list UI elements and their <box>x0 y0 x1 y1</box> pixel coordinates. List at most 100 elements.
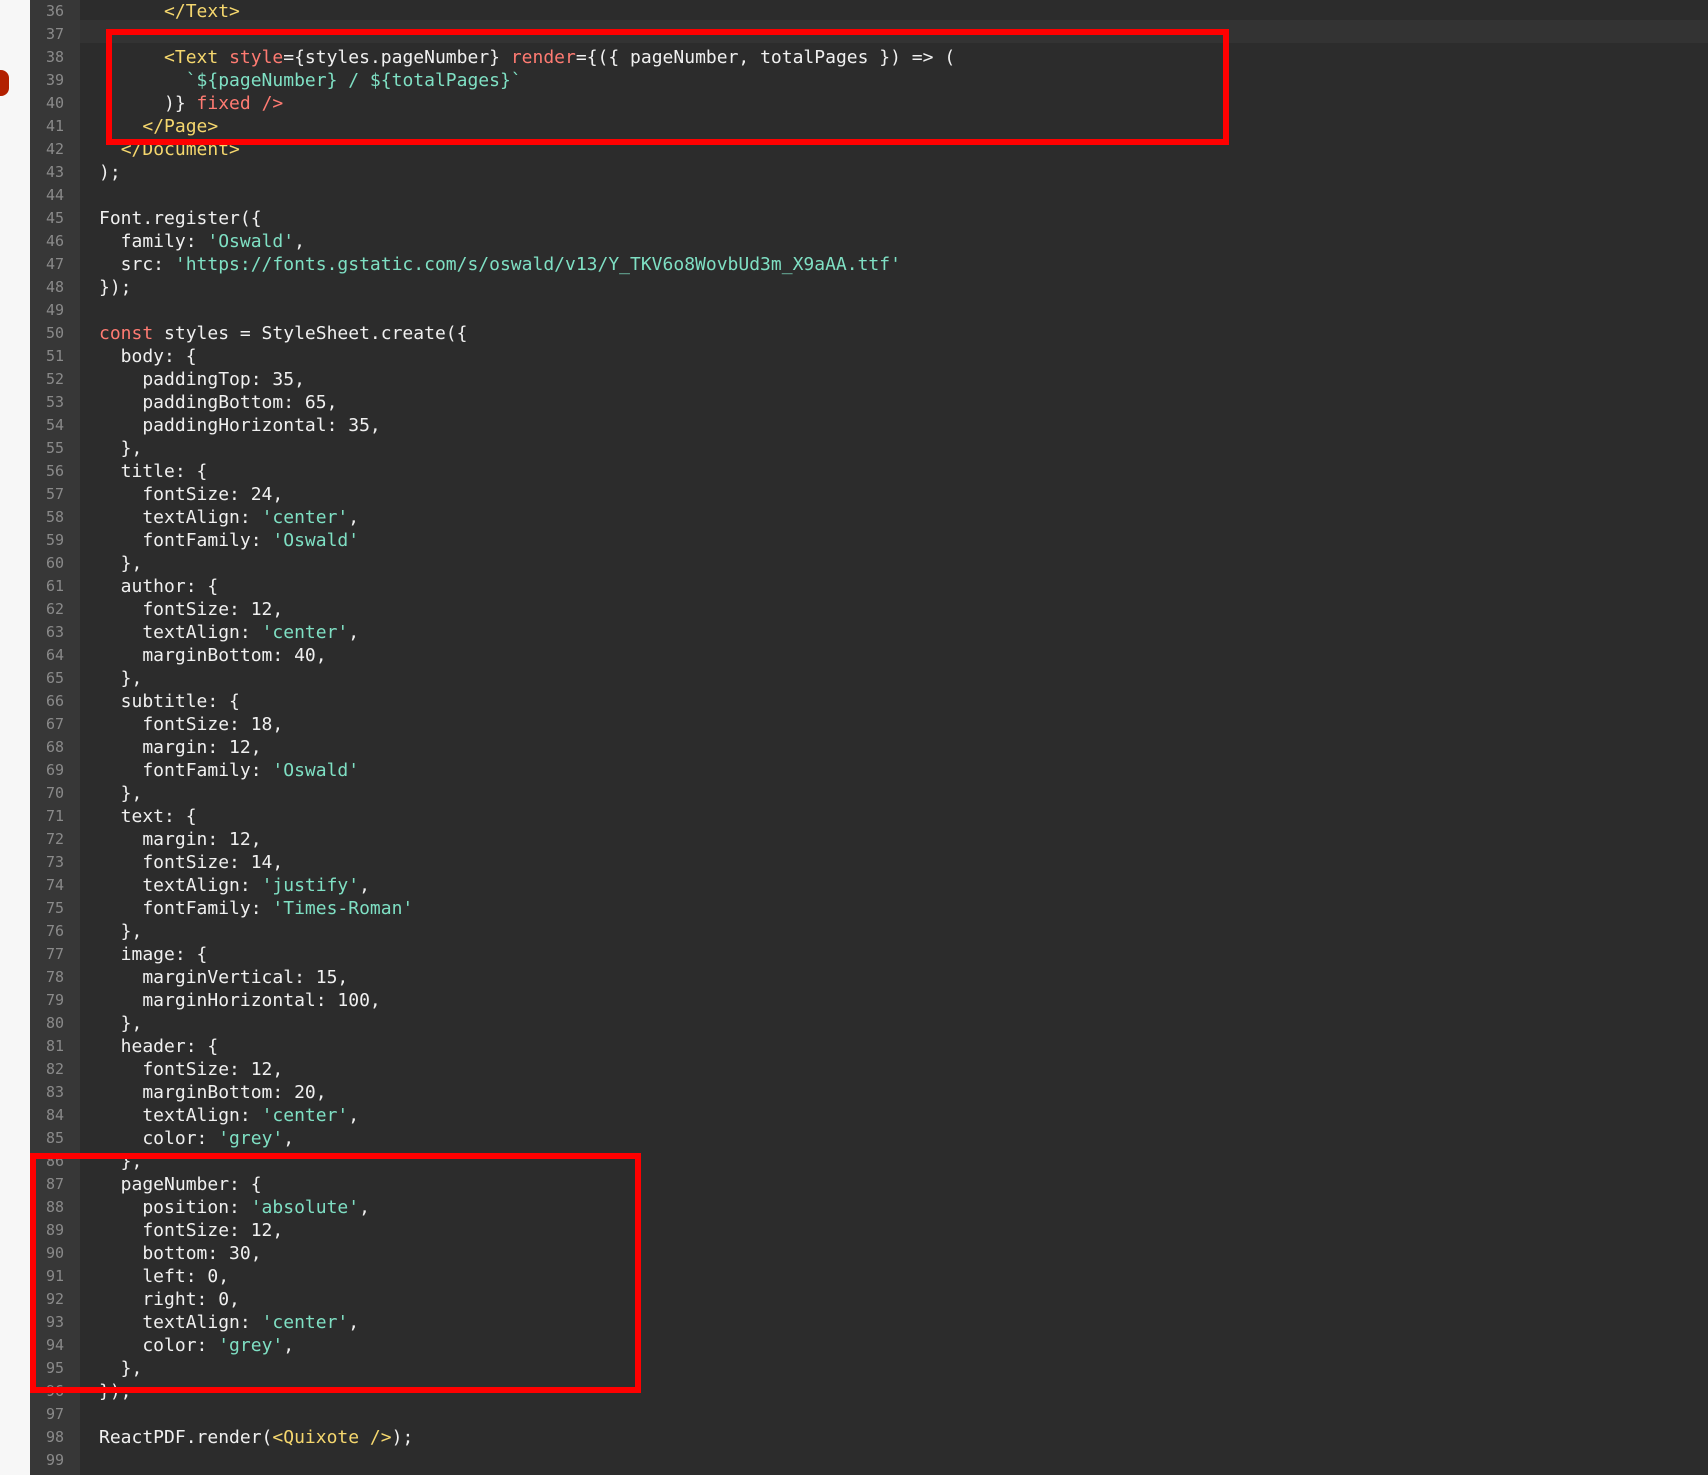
code-line[interactable]: 36 </Text> <box>30 0 1708 23</box>
line-number: 78 <box>45 968 64 986</box>
code-line[interactable]: 64 marginBottom: 40, <box>30 644 1708 667</box>
code-line[interactable]: 49 <box>30 299 1708 322</box>
code-line[interactable]: 77 image: { <box>30 943 1708 966</box>
code-line[interactable]: 86 }, <box>30 1150 1708 1173</box>
code-token: subtitle: { <box>99 691 240 712</box>
code-line[interactable]: 47 src: 'https://fonts.gstatic.com/s/osw… <box>30 253 1708 276</box>
code-line[interactable]: 58 textAlign: 'center', <box>30 506 1708 529</box>
code-line[interactable]: 96}); <box>30 1380 1708 1403</box>
code-line[interactable]: 98 ReactPDF.render(<Quixote />); <box>30 1426 1708 1449</box>
code-text: right: 0, <box>99 1288 240 1311</box>
code-line[interactable]: 55 }, <box>30 437 1708 460</box>
code-text: }); <box>99 276 132 299</box>
code-line[interactable]: 60 }, <box>30 552 1708 575</box>
code-line[interactable]: 67 fontSize: 18, <box>30 713 1708 736</box>
code-text: }, <box>99 1357 143 1380</box>
code-line[interactable]: 82 fontSize: 12, <box>30 1058 1708 1081</box>
code-line[interactable]: 92 right: 0, <box>30 1288 1708 1311</box>
code-line[interactable]: 42 </Document> <box>30 138 1708 161</box>
code-token: fontSize: 12, <box>99 599 284 620</box>
code-line[interactable]: 51 body: { <box>30 345 1708 368</box>
line-number: 72 <box>45 830 64 848</box>
code-token: 'grey' <box>218 1128 284 1149</box>
code-line[interactable]: 61 author: { <box>30 575 1708 598</box>
code-line[interactable]: 40 )} fixed /> <box>30 92 1708 115</box>
code-line[interactable]: 80 }, <box>30 1012 1708 1035</box>
line-number: 38 <box>45 48 64 66</box>
code-text: }, <box>99 1150 143 1173</box>
code-line[interactable]: 43); <box>30 161 1708 184</box>
code-line[interactable]: 70 }, <box>30 782 1708 805</box>
code-line[interactable]: 73 fontSize: 14, <box>30 851 1708 874</box>
code-editor[interactable]: 36 </Text> 37 38 <Text style={styles.pageN… <box>30 0 1708 1475</box>
line-number: 82 <box>45 1060 64 1078</box>
code-text: header: { <box>99 1035 219 1058</box>
code-line[interactable]: 69 fontFamily: 'Oswald' <box>30 759 1708 782</box>
code-text: Font.register({ <box>99 207 262 230</box>
line-number: 96 <box>45 1382 64 1400</box>
code-line[interactable]: 39 `${pageNumber} / ${totalPages}` <box>30 69 1708 92</box>
line-number: 73 <box>45 853 64 871</box>
code-line[interactable]: 63 textAlign: 'center', <box>30 621 1708 644</box>
code-line[interactable]: 59 fontFamily: 'Oswald' <box>30 529 1708 552</box>
code-line[interactable]: 41 </Page> <box>30 115 1708 138</box>
code-line[interactable]: 66 subtitle: { <box>30 690 1708 713</box>
code-line[interactable]: 62 fontSize: 12, <box>30 598 1708 621</box>
code-token: author: { <box>99 576 219 597</box>
code-text: </Page> <box>99 115 218 138</box>
code-token: }); <box>99 1381 132 1402</box>
line-number: 94 <box>45 1336 64 1354</box>
code-text: fontSize: 14, <box>99 851 283 874</box>
code-line[interactable]: 54 paddingHorizontal: 35, <box>30 414 1708 437</box>
code-token: render <box>510 47 576 68</box>
code-line[interactable]: 75 fontFamily: 'Times-Roman' <box>30 897 1708 920</box>
code-line[interactable]: 99 <box>30 1449 1708 1472</box>
code-line[interactable]: 87 pageNumber: { <box>30 1173 1708 1196</box>
code-line[interactable]: 48}); <box>30 276 1708 299</box>
code-line[interactable]: 68 margin: 12, <box>30 736 1708 759</box>
code-line[interactable]: 90 bottom: 30, <box>30 1242 1708 1265</box>
code-line[interactable]: 74 textAlign: 'justify', <box>30 874 1708 897</box>
code-text: }, <box>99 782 143 805</box>
code-text: }, <box>99 437 143 460</box>
code-line[interactable]: 85 color: 'grey', <box>30 1127 1708 1150</box>
code-text: }, <box>99 552 143 575</box>
code-text: fontSize: 18, <box>99 713 283 736</box>
code-line[interactable]: 81 header: { <box>30 1035 1708 1058</box>
code-line[interactable]: 52 paddingTop: 35, <box>30 368 1708 391</box>
code-line[interactable]: 53 paddingBottom: 65, <box>30 391 1708 414</box>
code-text: ReactPDF.render(<Quixote />); <box>99 1426 413 1449</box>
code-line[interactable]: 37 <box>30 23 1708 46</box>
code-line[interactable]: 97 <box>30 1403 1708 1426</box>
code-token: }, <box>99 438 143 459</box>
code-text: ); <box>99 161 121 184</box>
code-line[interactable]: 79 marginHorizontal: 100, <box>30 989 1708 1012</box>
code-line[interactable]: 95 }, <box>30 1357 1708 1380</box>
code-line[interactable]: 88 position: 'absolute', <box>30 1196 1708 1219</box>
code-token: }, <box>99 1151 143 1172</box>
code-line[interactable]: 78 marginVertical: 15, <box>30 966 1708 989</box>
code-line[interactable]: 71 text: { <box>30 805 1708 828</box>
code-line[interactable]: 72 margin: 12, <box>30 828 1708 851</box>
code-line[interactable]: 83 marginBottom: 20, <box>30 1081 1708 1104</box>
code-line[interactable]: 94 color: 'grey', <box>30 1334 1708 1357</box>
code-token: , <box>283 1128 295 1149</box>
code-text: fontSize: 12, <box>99 1219 283 1242</box>
code-line[interactable]: 46 family: 'Oswald', <box>30 230 1708 253</box>
code-line[interactable]: 65 }, <box>30 667 1708 690</box>
code-text: textAlign: 'justify', <box>99 874 370 897</box>
code-line[interactable]: 50 const styles = StyleSheet.create({ <box>30 322 1708 345</box>
code-line[interactable]: 91 left: 0, <box>30 1265 1708 1288</box>
code-line[interactable]: 93 textAlign: 'center', <box>30 1311 1708 1334</box>
line-number: 68 <box>45 738 64 756</box>
code-line[interactable]: 57 fontSize: 24, <box>30 483 1708 506</box>
code-line[interactable]: 38 <Text style={styles.pageNumber} rende… <box>30 46 1708 69</box>
code-line[interactable]: 45 Font.register({ <box>30 207 1708 230</box>
code-line[interactable]: 89 fontSize: 12, <box>30 1219 1708 1242</box>
code-line[interactable]: 84 textAlign: 'center', <box>30 1104 1708 1127</box>
line-number: 37 <box>45 25 64 43</box>
code-line[interactable]: 76 }, <box>30 920 1708 943</box>
code-line[interactable]: 56 title: { <box>30 460 1708 483</box>
code-line[interactable]: 44 <box>30 184 1708 207</box>
